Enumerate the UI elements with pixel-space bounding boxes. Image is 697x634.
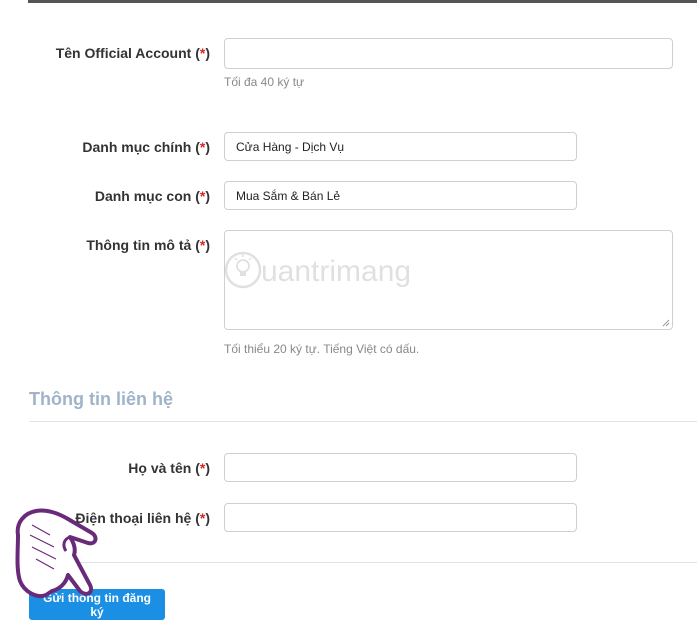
phone-input[interactable]	[224, 503, 577, 532]
official-account-input[interactable]	[224, 38, 673, 69]
official-account-hint: Tối đa 40 ký tự	[224, 75, 305, 89]
quantrimang-watermark: uantrimang	[224, 251, 411, 289]
section-divider	[29, 421, 697, 422]
resize-handle-icon[interactable]	[662, 319, 670, 327]
full-name-label: Họ và tên (*)	[128, 460, 210, 476]
sub-category-label: Danh mục con (*)	[94, 188, 210, 204]
top-divider	[28, 0, 697, 3]
svg-text:uantrimang: uantrimang	[261, 255, 411, 288]
bulb-icon	[224, 251, 262, 289]
footer-divider	[29, 562, 697, 563]
official-account-label: Tên Official Account (*)	[55, 45, 210, 61]
pointing-hand-icon	[15, 508, 98, 598]
main-category-label: Danh mục chính (*)	[82, 139, 210, 155]
sub-category-select[interactable]: Mua Sắm & Bán Lẻ	[224, 181, 577, 210]
contact-section-title: Thông tin liên hệ	[29, 389, 173, 409]
full-name-input[interactable]	[224, 453, 577, 482]
main-category-select[interactable]: Cửa Hàng - Dịch Vụ	[224, 132, 577, 161]
description-label: Thông tin mô tả (*)	[86, 237, 210, 253]
description-hint: Tối thiểu 20 ký tự. Tiếng Việt có dấu.	[224, 342, 420, 356]
